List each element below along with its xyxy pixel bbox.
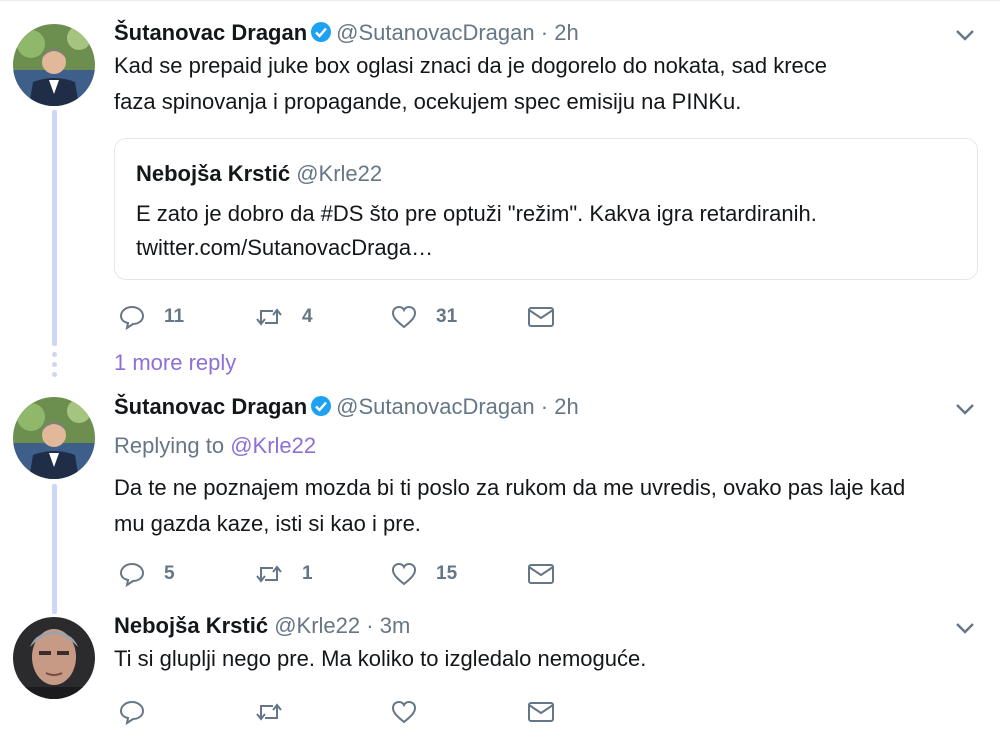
author-handle[interactable]: @SutanovacDragan	[336, 20, 534, 45]
tweet-text-line: Da te ne poznajem mozda bi ti poslo za r…	[114, 475, 906, 500]
separator: ·	[366, 613, 374, 638]
reply-count: 11	[164, 306, 185, 327]
author-name[interactable]: Nebojša Krstić	[114, 613, 268, 638]
reply-icon	[118, 303, 146, 331]
quoted-tweet-text: E zato je dobro da #DS što pre optuži "r…	[136, 197, 817, 265]
quoted-author-name: Nebojša Krstić	[136, 161, 291, 186]
like-count: 31	[436, 306, 458, 327]
avatar[interactable]	[13, 617, 95, 699]
like-icon	[390, 560, 418, 588]
avatar[interactable]	[13, 397, 95, 479]
reply-icon	[118, 560, 146, 588]
replying-to: Replying to @Krle22	[114, 433, 316, 459]
verified-badge-icon	[310, 21, 332, 49]
tweet-header: Šutanovac Dragan @SutanovacDragan · 2h	[114, 394, 579, 423]
tweet-header: Nebojša Krstić @Krle22 · 3m	[114, 613, 410, 639]
tweet-text: Da te ne poznajem mozda bi ti poslo za r…	[114, 470, 905, 542]
separator: ·	[540, 20, 549, 45]
reply-button[interactable]	[118, 697, 164, 727]
chevron-down-icon[interactable]	[952, 396, 978, 422]
like-button[interactable]: 15	[390, 559, 457, 589]
like-button[interactable]	[390, 697, 436, 727]
quoted-link[interactable]: twitter.com/SutanovacDraga…	[136, 231, 817, 265]
replying-to-label: Replying to	[114, 433, 225, 458]
like-icon	[390, 698, 418, 726]
thread-dots	[52, 352, 57, 382]
tweet-text-line: Kad se prepaid juke box oglasi znaci da …	[114, 53, 828, 78]
direct-message-button[interactable]	[526, 559, 556, 589]
tweet-text: Kad se prepaid juke box oglasi znaci da …	[114, 48, 827, 120]
reply-icon	[118, 698, 146, 726]
replying-to-link[interactable]: @Krle22	[230, 433, 316, 458]
tweet-text-line: Ti si gluplji nego pre. Ma koliko to izg…	[114, 646, 647, 671]
author-name[interactable]: Šutanovac Dragan	[114, 394, 307, 419]
direct-message-icon	[526, 303, 556, 331]
direct-message-button[interactable]	[526, 697, 556, 727]
tweet-text-line: mu gazda kaze, isti si kao i pre.	[114, 511, 421, 536]
retweet-icon	[254, 560, 284, 588]
retweet-count: 4	[302, 306, 313, 327]
direct-message-icon	[526, 560, 556, 588]
reply-button[interactable]: 11	[118, 302, 184, 332]
author-handle[interactable]: @Krle22	[274, 613, 360, 638]
tweet-text: Ti si gluplji nego pre. Ma koliko to izg…	[114, 641, 646, 677]
tweet-text-line: faza spinovanja i propagande, ocekujem s…	[114, 89, 742, 114]
quoted-tweet-header: Nebojša Krstić @Krle22	[136, 161, 382, 187]
more-replies-link[interactable]: 1 more reply	[114, 350, 236, 376]
retweet-icon	[254, 303, 284, 331]
timestamp[interactable]: 2h	[554, 20, 578, 45]
like-count: 15	[436, 563, 458, 584]
direct-message-icon	[526, 698, 556, 726]
retweet-button[interactable]: 1	[254, 559, 313, 589]
retweet-icon	[254, 698, 284, 726]
top-divider	[0, 0, 1000, 1]
thread-line	[52, 110, 57, 346]
thread-line	[52, 484, 57, 614]
retweet-button[interactable]: 4	[254, 302, 313, 332]
timestamp[interactable]: 2h	[554, 394, 578, 419]
tweet-header: Šutanovac Dragan @SutanovacDragan · 2h	[114, 20, 579, 49]
timestamp[interactable]: 3m	[380, 613, 411, 638]
reply-button[interactable]: 5	[118, 559, 175, 589]
verified-badge-icon	[310, 395, 332, 423]
chevron-down-icon[interactable]	[952, 615, 978, 641]
quoted-author-handle: @Krle22	[296, 161, 383, 186]
direct-message-button[interactable]	[526, 302, 556, 332]
author-name[interactable]: Šutanovac Dragan	[114, 20, 307, 45]
retweet-button[interactable]	[254, 697, 302, 727]
like-button[interactable]: 31	[390, 302, 457, 332]
retweet-count: 1	[302, 563, 313, 584]
quoted-text-line: E zato je dobro da #DS što pre optuži "r…	[136, 201, 817, 226]
chevron-down-icon[interactable]	[952, 22, 978, 48]
author-handle[interactable]: @SutanovacDragan	[336, 394, 534, 419]
reply-count: 5	[164, 563, 175, 584]
like-icon	[390, 303, 418, 331]
quoted-tweet[interactable]: Nebojša Krstić @Krle22 E zato je dobro d…	[114, 138, 978, 280]
avatar[interactable]	[13, 24, 95, 106]
separator: ·	[540, 394, 549, 419]
